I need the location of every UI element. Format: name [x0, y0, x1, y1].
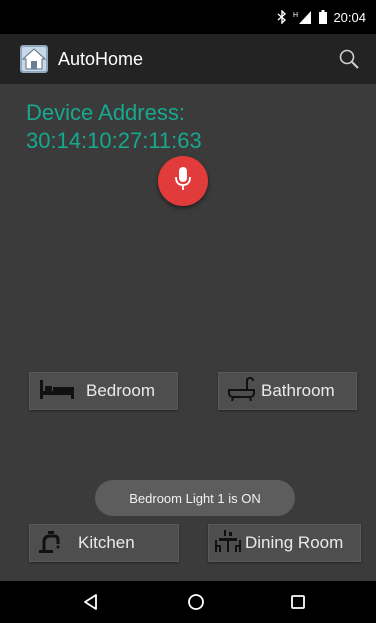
bathroom-button[interactable]: Bathroom	[218, 372, 357, 410]
svg-text:H: H	[293, 12, 298, 19]
toast-message: Bedroom Light 1 is ON	[95, 480, 295, 516]
action-bar: AutoHome	[0, 34, 376, 84]
app-title: AutoHome	[58, 48, 144, 69]
dining-room-label: Dining Room	[245, 533, 344, 552]
dining-table-icon	[215, 528, 241, 559]
bedroom-label: Bedroom	[86, 381, 155, 400]
microphone-icon	[172, 165, 194, 198]
search-icon[interactable]	[334, 44, 364, 74]
kitchen-button[interactable]: Kitchen	[29, 524, 179, 562]
bathtub-icon	[227, 376, 255, 407]
bedroom-button[interactable]: Bedroom	[29, 372, 178, 410]
status-bar: H 20:04	[0, 0, 376, 34]
bluetooth-icon	[277, 10, 287, 24]
faucet-icon	[38, 528, 64, 559]
microphone-button[interactable]	[158, 156, 208, 206]
kitchen-label: Kitchen	[78, 533, 135, 552]
bathroom-label: Bathroom	[261, 381, 335, 400]
recents-icon[interactable]	[268, 581, 328, 623]
navigation-bar	[0, 581, 376, 623]
status-time: 20:04	[333, 9, 366, 25]
device-address-label: Device Address:	[26, 100, 185, 125]
bed-icon	[38, 377, 76, 406]
signal-icon: H	[293, 10, 313, 24]
back-icon[interactable]	[61, 581, 121, 623]
battery-icon	[319, 10, 328, 24]
main-content: Device Address: 30:14:10:27:11:63 Bedroo…	[0, 84, 376, 581]
dining-room-button[interactable]: Dining Room	[208, 524, 361, 562]
home-icon[interactable]	[166, 581, 226, 623]
app-home-icon	[20, 45, 48, 73]
device-address-value: 30:14:10:27:11:63	[26, 128, 202, 153]
